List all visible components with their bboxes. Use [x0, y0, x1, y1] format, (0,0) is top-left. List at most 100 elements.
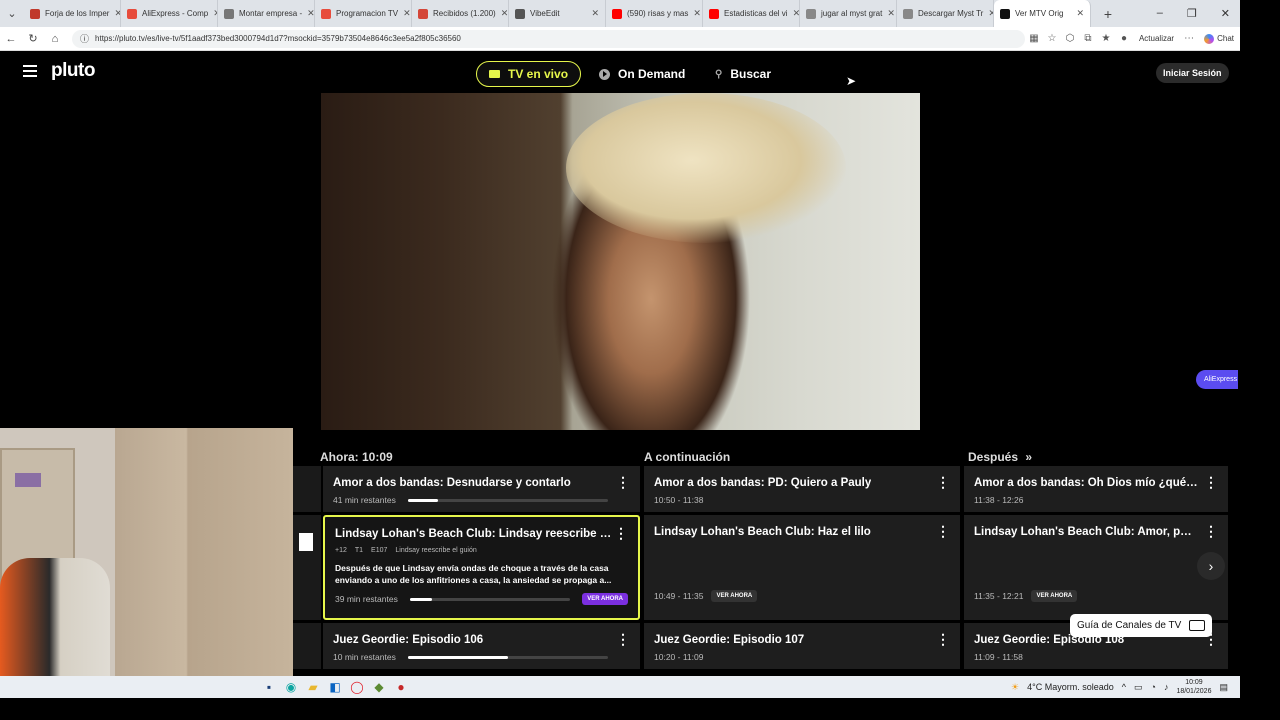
tab-on-demand[interactable]: On Demand: [587, 61, 697, 87]
more-options-icon[interactable]: ⋮: [614, 525, 628, 542]
battery-icon[interactable]: ▭: [1134, 682, 1143, 693]
browser-tab[interactable]: AliExpress - Comp✕: [121, 0, 218, 27]
program-cell-later[interactable]: Amor a dos bandas: Oh Dios mío ¿qué le .…: [964, 466, 1228, 512]
play-circle-icon: [599, 68, 610, 80]
terminal-app-icon[interactable]: ▪: [258, 678, 280, 696]
copilot-chat-button[interactable]: Chat: [1198, 33, 1240, 44]
edge-app-icon[interactable]: ◉: [280, 678, 302, 696]
weather-icon[interactable]: ☀: [1011, 682, 1019, 693]
new-tab-button[interactable]: +: [1097, 6, 1119, 22]
refresh-icon[interactable]: ↻: [22, 32, 44, 45]
pluto-logo[interactable]: pluto: [51, 60, 95, 82]
browser-tab[interactable]: Recibidos (1.200) ✕: [412, 0, 509, 27]
more-options-icon[interactable]: ⋮: [936, 474, 950, 491]
search-icon: ⚲: [715, 68, 723, 80]
tab-close-icon[interactable]: ✕: [403, 8, 411, 19]
more-options-icon[interactable]: ⋮: [616, 631, 630, 648]
aliexpress-badge[interactable]: AliExpress: [1196, 370, 1238, 389]
browser-tab[interactable]: jugar al myst grat ✕: [800, 0, 897, 27]
program-cell-later[interactable]: Lindsay Lohan's Beach Club: Amor, perdi.…: [964, 515, 1228, 620]
program-cell-next[interactable]: Juez Geordie: Episodio 107 ⋮ 10:20 - 11:…: [644, 623, 960, 669]
tab-title: VibeEdit: [530, 9, 560, 18]
browser-tab[interactable]: Forja de los Imper✕: [24, 0, 121, 27]
network-icon[interactable]: ◔: [1151, 682, 1156, 692]
progress-fill: [407, 498, 438, 502]
tab-close-icon[interactable]: ✕: [693, 8, 701, 19]
browser-tab[interactable]: Estadisticas del vi ✕: [703, 0, 800, 27]
split-screen-icon[interactable]: ⧉: [1079, 33, 1097, 44]
browser-tab[interactable]: VibeEdit ✕: [509, 0, 606, 27]
tray-chevron-icon[interactable]: ^: [1122, 682, 1126, 692]
notifications-icon[interactable]: ▤: [1219, 682, 1228, 693]
weather-text[interactable]: 4°C Mayorm. soleado: [1027, 682, 1114, 692]
tab-live-tv[interactable]: TV en vivo: [476, 61, 582, 87]
program-cell-next[interactable]: Amor a dos bandas: PD: Quiero a Pauly ⋮ …: [644, 466, 960, 512]
more-options-icon[interactable]: ⋮: [1204, 523, 1218, 540]
browser-tab[interactable]: Ver MTV Orig ✕: [994, 0, 1091, 27]
site-info-icon[interactable]: ⓘ: [80, 32, 89, 45]
browser-tab[interactable]: (590) risas y mas ✕: [606, 0, 703, 27]
tab-close-icon[interactable]: ✕: [501, 8, 508, 19]
favorites-bar-icon[interactable]: ★: [1097, 33, 1115, 44]
clock[interactable]: 10:09 18/01/2026: [1176, 678, 1211, 696]
program-meta: Lindsay reescribe el guión: [395, 547, 477, 554]
tab-favicon-icon: [903, 8, 913, 19]
volume-icon[interactable]: ♪: [1164, 682, 1169, 692]
browser-tab[interactable]: Descargar Myst Tr✕: [897, 0, 994, 27]
more-options-icon[interactable]: ⋮: [616, 474, 630, 491]
program-cell-now[interactable]: Juez Geordie: Episodio 106 ⋮ 10 min rest…: [323, 623, 640, 669]
more-icon[interactable]: ⋯: [1180, 33, 1198, 44]
double-chevron-icon[interactable]: »: [1025, 450, 1032, 464]
menu-icon[interactable]: [23, 65, 37, 77]
search-tab[interactable]: ⚲ Buscar: [703, 61, 783, 87]
tab-close-icon[interactable]: ✕: [1076, 8, 1084, 19]
program-meta: +12: [335, 547, 347, 554]
maximize-icon[interactable]: ❐: [1187, 7, 1197, 20]
more-options-icon[interactable]: ⋮: [1204, 474, 1218, 491]
more-options-icon[interactable]: ⋮: [936, 631, 950, 648]
chat-label: Chat: [1217, 34, 1234, 43]
favorite-icon[interactable]: ☆: [1043, 33, 1061, 44]
close-window-icon[interactable]: ✕: [1221, 7, 1230, 20]
sticker-image: [15, 473, 41, 487]
channel-guide-button[interactable]: Guía de Canales de TV: [1070, 614, 1213, 637]
more-options-icon[interactable]: ⋮: [936, 523, 950, 540]
program-time: 11:38 - 12:26: [974, 495, 1024, 505]
profile-icon[interactable]: ●: [1115, 33, 1133, 44]
tab-close-icon[interactable]: ✕: [887, 8, 895, 19]
opera-app-icon[interactable]: ◯: [346, 678, 368, 696]
tab-title: AliExpress - Comp: [142, 9, 209, 18]
program-cell-now[interactable]: Lindsay Lohan's Beach Club: Lindsay rees…: [323, 515, 640, 620]
extensions-icon[interactable]: ⬡: [1061, 33, 1079, 44]
program-cell-now[interactable]: Amor a dos bandas: Desnudarse y contarlo…: [323, 466, 640, 512]
tab-favicon-icon: [418, 8, 428, 19]
update-button[interactable]: Actualizar: [1133, 34, 1180, 43]
record-app-icon[interactable]: ●: [390, 678, 412, 696]
channel-logo[interactable]: [293, 466, 321, 512]
home-icon[interactable]: ⌂: [44, 33, 66, 45]
progress-bar: [407, 498, 608, 502]
browser-tab[interactable]: Montar empresa - ✕: [218, 0, 315, 27]
watch-now-button[interactable]: VER AHORA: [1031, 590, 1078, 602]
watch-now-button[interactable]: VER AHORA: [582, 593, 628, 605]
guide-next-arrow[interactable]: ›: [1197, 552, 1225, 580]
file-explorer-icon[interactable]: ▰: [302, 678, 324, 696]
game-app-icon[interactable]: ◆: [368, 678, 390, 696]
url-field[interactable]: ⓘ https://pluto.tv/es/live-tv/5f1aadf373…: [72, 29, 1025, 48]
tv-guide-icon: [1189, 620, 1206, 631]
app-icon[interactable]: ▦: [1025, 33, 1043, 44]
login-button[interactable]: Iniciar Sesión: [1156, 63, 1229, 83]
video-player[interactable]: [321, 93, 920, 430]
browser-tab[interactable]: Programacion TV ✕: [315, 0, 412, 27]
channel-logo[interactable]: [293, 515, 321, 620]
program-cell-next[interactable]: Lindsay Lohan's Beach Club: Haz el lilo …: [644, 515, 960, 620]
watch-now-button[interactable]: VER AHORA: [711, 590, 758, 602]
minimize-icon[interactable]: –: [1157, 7, 1163, 20]
tab-close-icon[interactable]: ✕: [307, 8, 314, 19]
tab-list-icon[interactable]: ⌄: [0, 7, 24, 20]
channel-logo[interactable]: [293, 623, 321, 669]
tab-close-icon[interactable]: ✕: [793, 8, 799, 19]
tab-close-icon[interactable]: ✕: [591, 8, 599, 19]
outlook-app-icon[interactable]: ◧: [324, 678, 346, 696]
back-icon[interactable]: ←: [0, 33, 22, 45]
